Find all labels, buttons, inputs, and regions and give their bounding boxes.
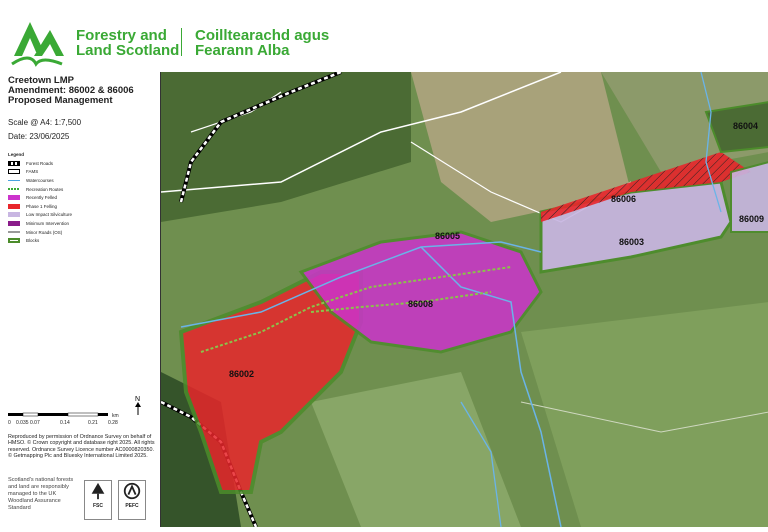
legend-item-watercourses: Watercourses [8, 176, 72, 185]
scale-tick: 0.14 [60, 420, 70, 426]
scale-unit: km [112, 413, 119, 419]
scale-tick: 0.035 [16, 420, 29, 426]
scale-tick: 0.28 [108, 420, 118, 426]
scale-tick: 0.21 [88, 420, 98, 426]
scale-text: Scale @ A4: 1:7,500 [8, 118, 82, 127]
block-label: 86006 [611, 194, 636, 204]
block-label: 86005 [435, 231, 460, 241]
org-name-gaelic: Coilltearachd agus Fearann Alba [195, 27, 330, 59]
aerial-map[interactable]: 86005 86008 86002 86006 86003 86004 8600… [160, 70, 768, 528]
legend-item-minor-roads: Minor Roads (OS) [8, 228, 72, 237]
north-label: N [135, 396, 140, 403]
date-text: Date: 23/06/2025 [8, 132, 70, 141]
fsc-tree-icon [91, 482, 105, 500]
block-label: 86002 [229, 369, 254, 379]
tree-logo-icon [11, 22, 64, 67]
fsc-logo: FSC [84, 480, 112, 520]
legend-item-forest-roads: Forest Roads [8, 159, 72, 168]
certification-statement: Scotland's national forests and land are… [8, 477, 74, 511]
legend-item-low-impact: Low Impact Silviculture [8, 211, 72, 220]
legend-item-minimum-intervention: Minimum Intervention [8, 219, 72, 228]
block-label: 86003 [619, 237, 644, 247]
pefc-icon [123, 482, 141, 500]
org-divider [181, 28, 182, 56]
copyright-credits: Reproduced by permission of Ordnance Sur… [8, 434, 155, 460]
pefc-logo: PEFC [118, 480, 146, 520]
scale-tick: 0 [8, 420, 11, 426]
scale-bar: km 0 0.035 0.07 0.14 0.21 0.28 [8, 412, 119, 426]
legend-item-blocks: Blocks [8, 236, 72, 245]
scale-tick: 0.07 [30, 420, 40, 426]
block-label: 86004 [733, 121, 758, 131]
legend-item-phase1-felling: Phase 1 Felling [8, 202, 72, 211]
block-label: 86008 [408, 299, 433, 309]
map-title: Creetown LMP Amendment: 86002 & 86006 Pr… [8, 75, 134, 106]
org-name-english: Forestry and Land Scotland [76, 27, 180, 59]
legend-item-recreation-routes: Recreation Routes [8, 185, 72, 194]
map-canvas[interactable]: 86005 86008 86002 86006 86003 86004 8600… [160, 70, 768, 528]
legend-item-recently-felled: Recently Felled [8, 193, 72, 202]
north-arrow-icon: N [135, 396, 141, 415]
sidebar: Creetown LMP Amendment: 86002 & 86006 Pr… [0, 72, 160, 527]
block-label: 86009 [739, 214, 764, 224]
legend-item-fams: FAMS [8, 168, 72, 177]
legend-title: Legend [8, 152, 25, 157]
legend: Legend Forest Roads FAMS Watercourses Re… [8, 152, 72, 245]
header: Forestry and Land Scotland Coilltearachd… [0, 0, 768, 72]
